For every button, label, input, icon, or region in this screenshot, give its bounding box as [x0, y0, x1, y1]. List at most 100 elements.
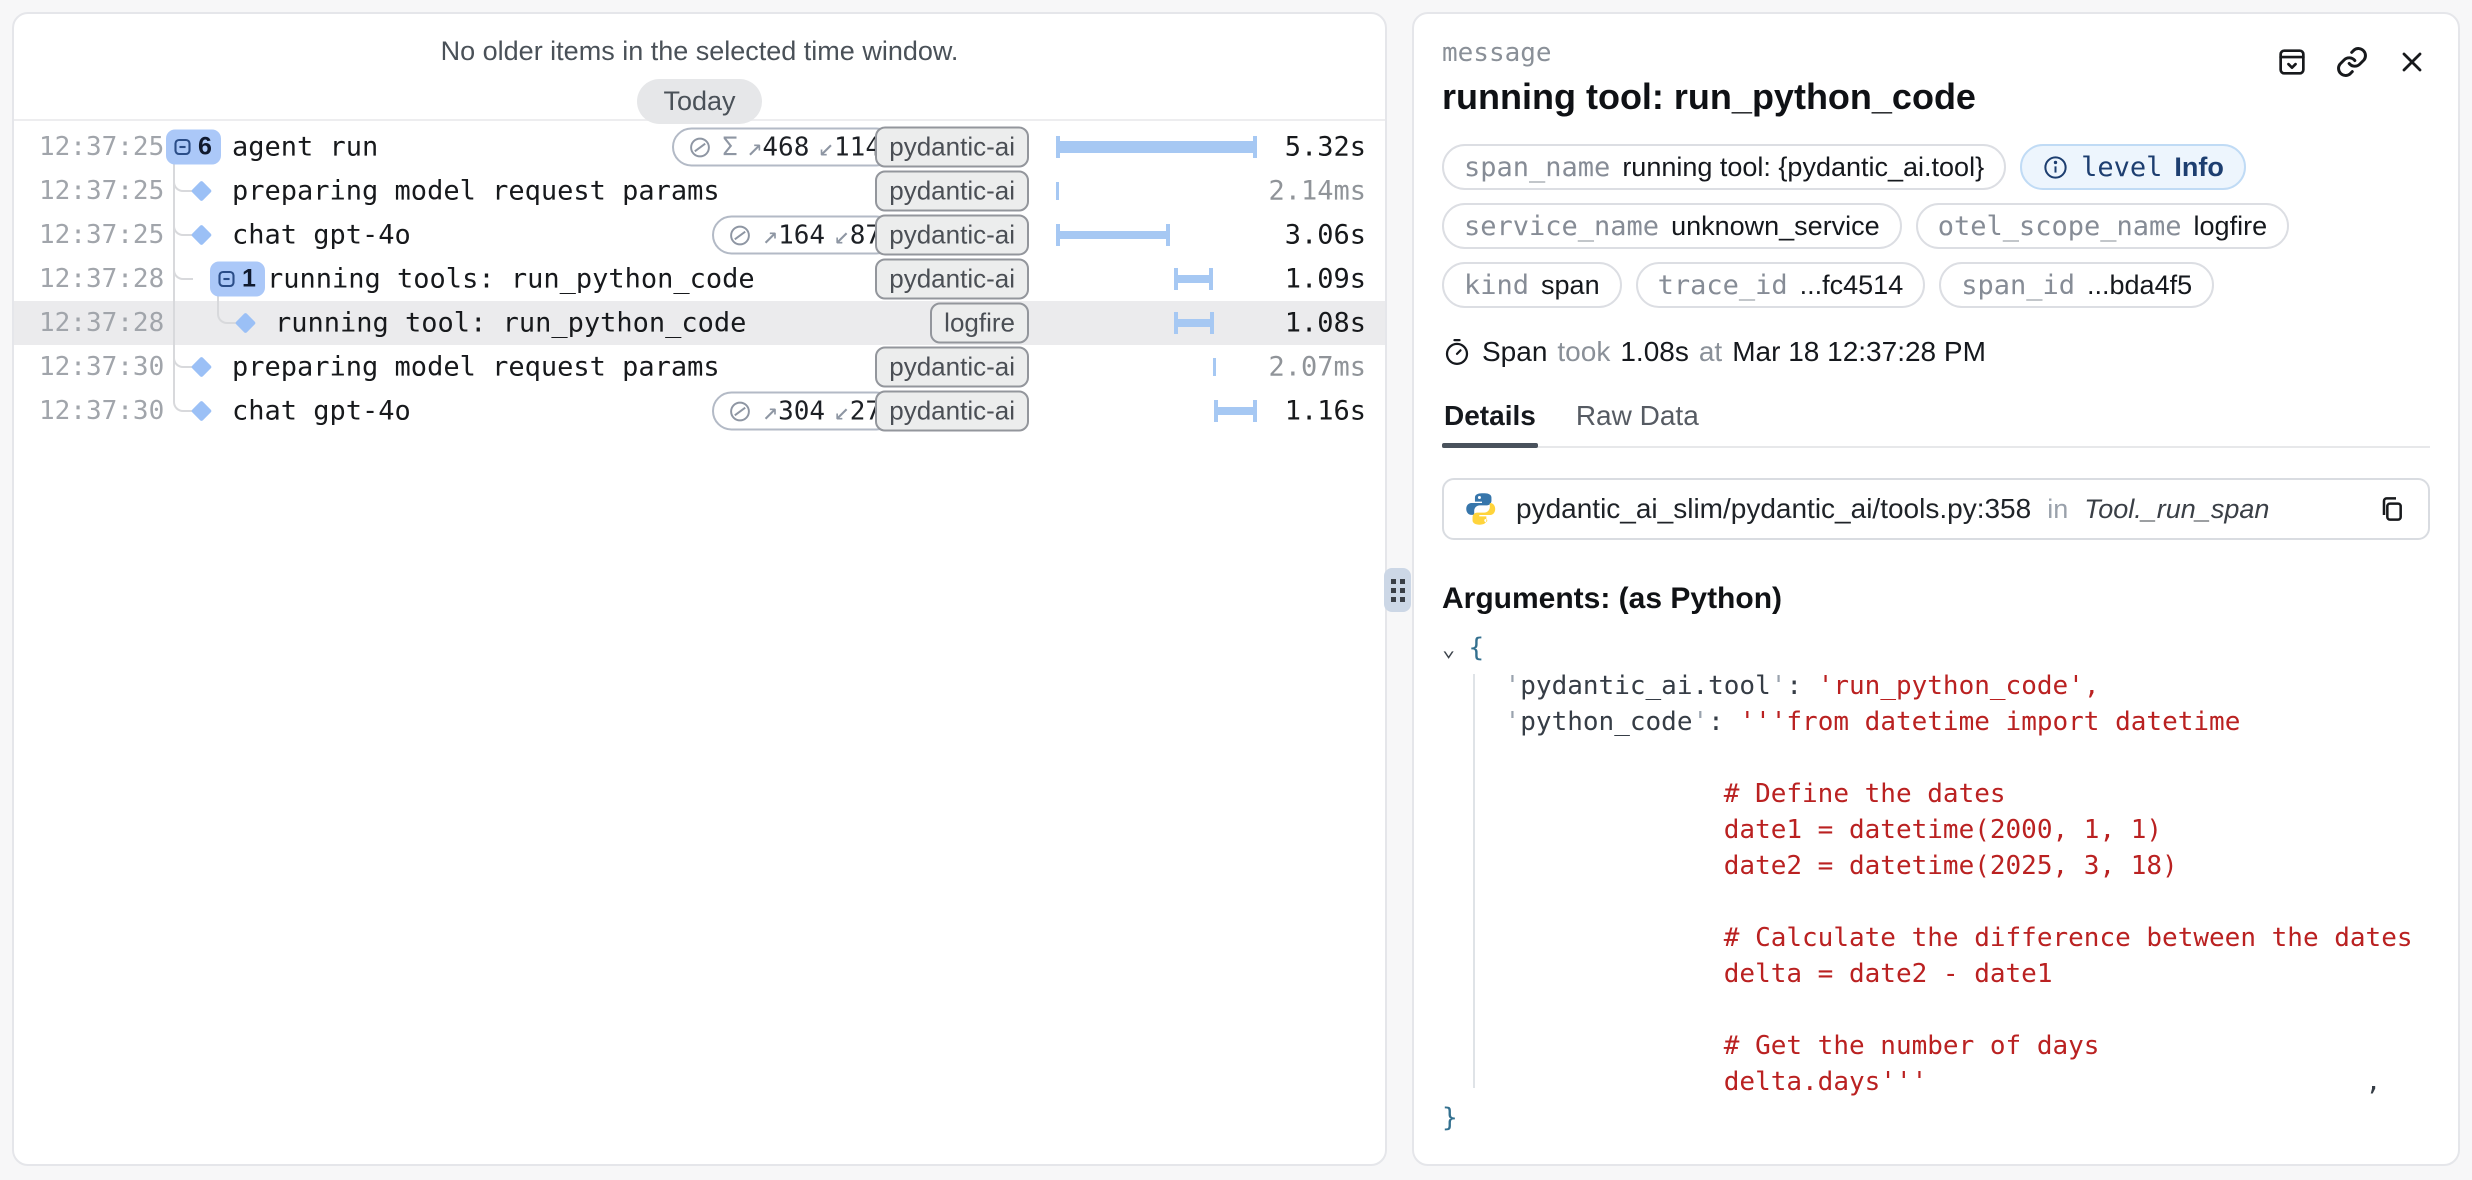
today-button[interactable]: Today — [637, 79, 761, 124]
row-timestamp: 12:37:25 — [39, 176, 164, 206]
attribute-key: otel_scope_name — [1938, 211, 2182, 242]
scope-badge[interactable]: logfire — [930, 303, 1029, 344]
trace-row[interactable]: 12:37:281running tools: run_python_codep… — [14, 257, 1385, 301]
trace-list-header: No older items in the selected time wind… — [14, 14, 1385, 121]
expander-pill[interactable]: 6 — [166, 130, 221, 165]
duration-bar — [1052, 389, 1262, 433]
span-name: chat gpt-4o — [232, 220, 411, 251]
arrow-down-left-icon: ↙ — [834, 396, 850, 426]
tab-details[interactable]: Details — [1444, 400, 1536, 446]
sigma-icon: Σ — [722, 132, 738, 162]
empty-notice: No older items in the selected time wind… — [14, 36, 1385, 67]
trace-row[interactable]: 12:37:25 chat gpt-4o ↗164↙87pydantic-ai 3.0… — [14, 213, 1385, 257]
duration-bar — [1052, 345, 1262, 389]
row-duration: 1.09s — [1285, 264, 1366, 295]
source-function: Tool._run_span — [2084, 494, 2269, 525]
span-detail-panel: message running tool: run_python_code — [1412, 12, 2460, 1166]
span-name: preparing model request params — [232, 176, 720, 207]
token-usage-chip[interactable]: ↗164↙87 — [712, 216, 896, 255]
scope-badge[interactable]: pydantic-ai — [875, 347, 1029, 388]
level-chip[interactable]: level Info — [2020, 144, 2246, 190]
row-duration: 3.06s — [1285, 220, 1366, 251]
link-icon[interactable] — [2334, 44, 2370, 80]
tree-elbow — [173, 255, 193, 280]
span-name: running tool: run_python_code — [275, 308, 746, 339]
duration-bar — [1052, 213, 1262, 257]
row-timestamp: 12:37:30 — [39, 396, 164, 426]
info-icon — [2042, 154, 2069, 181]
arrow-up-right-icon: ↗ — [762, 220, 778, 250]
span-diamond-icon — [235, 312, 256, 333]
span-timing: Span took 1.08s at Mar 18 12:37:28 PM — [1442, 336, 2430, 368]
collapse-icon — [172, 137, 193, 158]
attribute-chip: otel_scope_name logfire — [1916, 203, 2289, 249]
attribute-value: ...fc4514 — [1800, 270, 1904, 301]
attribute-key: span_name — [1464, 152, 1610, 183]
span-attributes: span_namerunning tool: {pydantic_ai.tool… — [1442, 144, 2430, 308]
arrow-down-left-icon: ↙ — [818, 132, 834, 162]
attribute-chip: span_id...bda4f5 — [1939, 262, 2214, 308]
row-duration: 2.14ms — [1268, 176, 1366, 207]
trace-row[interactable]: 12:37:256agent runΣ↗468↙114pydantic-ai5.… — [14, 125, 1385, 169]
trace-row[interactable]: 12:37:30 chat gpt-4o ↗304↙27pydantic-ai 1.1… — [14, 389, 1385, 433]
collapse-icon — [216, 269, 237, 290]
attribute-value: ...bda4f5 — [2087, 270, 2192, 301]
tree-elbow — [173, 211, 193, 236]
tab-raw-data[interactable]: Raw Data — [1576, 400, 1699, 446]
arguments-heading: Arguments: (as Python) — [1442, 582, 2430, 616]
trace-row[interactable]: 12:37:30preparing model request paramspy… — [14, 345, 1385, 389]
panel-resize-handle[interactable] — [1384, 568, 1411, 612]
span-name: chat gpt-4o — [232, 396, 411, 427]
code-location-bar[interactable]: pydantic_ai_slim/pydantic_ai/tools.py:35… — [1442, 478, 2430, 540]
attribute-chip: service_name unknown_service — [1442, 203, 1902, 249]
span-name: running tools: run_python_code — [267, 264, 755, 295]
row-duration: 1.08s — [1285, 308, 1366, 339]
attribute-value: logfire — [2194, 211, 2268, 242]
span-kicker: message — [1442, 38, 1976, 68]
span-diamond-icon — [191, 356, 212, 377]
row-timestamp: 12:37:28 — [39, 308, 164, 338]
stopwatch-icon — [1442, 337, 1472, 367]
token-usage-chip[interactable]: ↗304↙27 — [712, 392, 896, 431]
indent-guide — [1473, 674, 1475, 1088]
row-duration: 1.16s — [1285, 396, 1366, 427]
span-title: running tool: run_python_code — [1442, 76, 1976, 118]
tree-elbow — [217, 299, 237, 324]
row-timestamp: 12:37:25 — [39, 132, 164, 162]
scope-badge[interactable]: pydantic-ai — [875, 391, 1029, 432]
span-diamond-icon — [191, 224, 212, 245]
tree-line — [173, 301, 175, 345]
attribute-chip: trace_id ...fc4514 — [1636, 262, 1926, 308]
span-name: preparing model request params — [232, 352, 720, 383]
duration-bar — [1052, 257, 1262, 301]
scope-badge[interactable]: pydantic-ai — [875, 171, 1029, 212]
trace-list-panel: No older items in the selected time wind… — [12, 12, 1387, 1166]
span-name: agent run — [232, 132, 378, 163]
attribute-value: unknown_service — [1671, 211, 1880, 242]
duration-bar — [1052, 169, 1262, 213]
attribute-chip: kindspan — [1442, 262, 1622, 308]
token-usage-chip[interactable]: Σ↗468↙114 — [672, 128, 896, 167]
python-icon — [1464, 491, 1500, 527]
detail-tabs: Details Raw Data — [1442, 400, 2430, 448]
archive-icon[interactable] — [2274, 44, 2310, 80]
scope-badge[interactable]: pydantic-ai — [875, 259, 1029, 300]
duration-bar — [1052, 301, 1262, 345]
trace-row[interactable]: 12:37:25 preparing model request params py… — [14, 169, 1385, 213]
attribute-key: kind — [1464, 270, 1529, 301]
token-icon — [727, 398, 753, 424]
expander-pill[interactable]: 1 — [210, 262, 265, 297]
arguments-code-block[interactable]: ⌄ { 'pydantic_ai.tool': 'run_python_code… — [1442, 630, 2430, 1136]
row-duration: 2.07ms — [1268, 352, 1366, 383]
copy-icon[interactable] — [2376, 493, 2408, 525]
scope-badge[interactable]: pydantic-ai — [875, 127, 1029, 168]
attribute-key: service_name — [1464, 211, 1659, 242]
close-icon[interactable] — [2394, 44, 2430, 80]
attribute-key: level — [2081, 152, 2162, 183]
trace-row[interactable]: 12:37:28 running tool: run_python_code log… — [14, 301, 1385, 345]
row-timestamp: 12:37:25 — [39, 220, 164, 250]
attribute-value: Info — [2174, 152, 2223, 183]
attribute-key: trace_id — [1658, 270, 1788, 301]
scope-badge[interactable]: pydantic-ai — [875, 215, 1029, 256]
arrow-up-right-icon: ↗ — [762, 396, 778, 426]
